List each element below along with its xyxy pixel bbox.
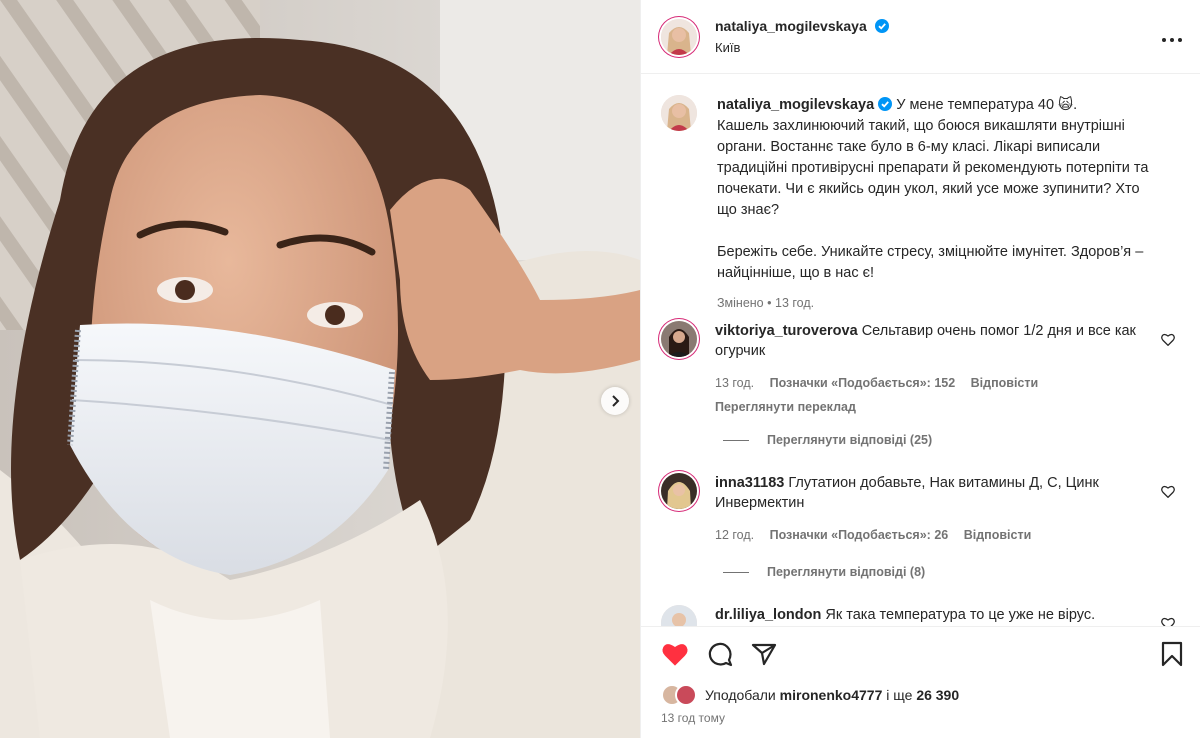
- caption-avatar-image: [661, 95, 697, 131]
- author-username[interactable]: nataliya_mogilevskaya: [715, 18, 867, 34]
- commenter-avatar[interactable]: [661, 321, 697, 357]
- comment-body: viktoriya_turoverova Сельтавир очень пом…: [715, 321, 1155, 417]
- caption-avatar[interactable]: [661, 95, 697, 131]
- view-replies-button[interactable]: Переглянути відповіді (8): [723, 565, 925, 579]
- caption-text: У мене температура 40 🙀. Кашель захлинюю…: [717, 97, 1149, 281]
- selfie-image: [0, 0, 640, 738]
- comment-username[interactable]: viktoriya_turoverova: [715, 323, 858, 339]
- comment-button[interactable]: [707, 641, 733, 670]
- commenter-avatar-image: [661, 473, 697, 509]
- caption-username[interactable]: nataliya_mogilevskaya: [717, 97, 874, 113]
- more-icon: [1162, 38, 1182, 42]
- view-replies-label: Переглянути відповіді (8): [767, 565, 926, 579]
- more-options-button[interactable]: [1162, 25, 1182, 48]
- post-actions-bar: Уподобали mironenko4777 і ще 26 390 13 г…: [641, 626, 1200, 738]
- chevron-right-icon: [612, 395, 620, 407]
- heart-icon[interactable]: [1161, 485, 1175, 498]
- instagram-post-view: nataliya_mogilevskaya Київ nataliya_mogi…: [0, 0, 1200, 738]
- commenter-avatar[interactable]: [661, 473, 697, 509]
- likes-summary: Уподобали mironenko4777 і ще 26 390: [661, 684, 959, 706]
- reply-button[interactable]: Відповісти: [964, 528, 1032, 542]
- comment-username[interactable]: dr.liliya_london: [715, 607, 821, 623]
- comment-likes[interactable]: Позначки «Подобається»: 152: [770, 376, 956, 390]
- commenter-avatar-image: [661, 605, 697, 626]
- comments-scroll-area[interactable]: nataliya_mogilevskaya У мене температура…: [641, 75, 1200, 626]
- replies-divider: [723, 439, 749, 441]
- liked-mid: і ще: [886, 687, 913, 703]
- verified-badge-icon: [874, 19, 889, 33]
- comment-actions: 13 год. Позначки «Подобається»: 152 Відп…: [715, 373, 1155, 393]
- liked-count[interactable]: 26 390: [916, 687, 959, 703]
- post-caption: nataliya_mogilevskaya У мене температура…: [661, 95, 1181, 314]
- post-header: nataliya_mogilevskaya Київ: [641, 0, 1200, 74]
- post-time-ago[interactable]: 13 год тому: [661, 711, 725, 725]
- liker-avatar: [675, 684, 697, 706]
- author-avatar[interactable]: [661, 18, 697, 55]
- author-avatar-image: [661, 18, 697, 55]
- save-button[interactable]: [1161, 641, 1183, 670]
- edited-label: Змінено: [717, 296, 764, 310]
- meta-separator: •: [767, 296, 772, 310]
- heart-icon[interactable]: [1161, 617, 1175, 626]
- see-translation-link[interactable]: Переглянути переклад: [715, 397, 1155, 417]
- comment-username[interactable]: inna31183: [715, 475, 784, 491]
- heart-icon[interactable]: [1161, 333, 1175, 346]
- caption-meta: Змінено • 13 год.: [717, 293, 1157, 314]
- comment-body: inna31183 Глутатион добавьте, Нак витами…: [715, 473, 1155, 545]
- verified-badge-icon: [878, 97, 893, 111]
- comment-text: Як така температура то це уже не вірус.: [825, 607, 1096, 623]
- author-info: nataliya_mogilevskaya Київ: [715, 18, 889, 55]
- action-icons: [661, 641, 777, 670]
- heart-icon: [662, 644, 688, 666]
- share-button[interactable]: [751, 641, 777, 670]
- view-replies-label: Переглянути відповіді (25): [767, 433, 933, 447]
- replies-divider: [723, 571, 749, 573]
- liked-user[interactable]: mironenko4777: [780, 687, 883, 703]
- comment-actions: 12 год. Позначки «Подобається»: 26 Відпо…: [715, 525, 1155, 545]
- bookmark-icon: [1161, 641, 1183, 667]
- share-icon: [751, 643, 777, 666]
- post-photo[interactable]: [0, 0, 640, 738]
- comment-likes[interactable]: Позначки «Подобається»: 26: [770, 528, 949, 542]
- comment-time[interactable]: 13 год.: [715, 376, 754, 390]
- comment-time[interactable]: 12 год.: [715, 528, 754, 542]
- view-replies-button[interactable]: Переглянути відповіді (25): [723, 433, 932, 447]
- like-button[interactable]: [661, 641, 689, 670]
- commenter-avatar[interactable]: [661, 605, 697, 626]
- comment-body: dr.liliya_london Як така температура то …: [715, 605, 1155, 626]
- liked-prefix: Уподобали: [705, 687, 776, 703]
- caption-time[interactable]: 13 год.: [775, 296, 814, 310]
- comment-item: viktoriya_turoverova Сельтавир очень пом…: [661, 321, 1181, 417]
- comment-item: dr.liliya_london Як така температура то …: [661, 605, 1181, 626]
- caption-paragraph: nataliya_mogilevskaya У мене температура…: [717, 95, 1157, 284]
- liker-avatars: [661, 684, 697, 706]
- reply-button[interactable]: Відповісти: [971, 376, 1039, 390]
- post-side-panel: nataliya_mogilevskaya Київ nataliya_mogi…: [640, 0, 1200, 738]
- comment-item: inna31183 Глутатион добавьте, Нак витами…: [661, 473, 1181, 545]
- post-location[interactable]: Київ: [715, 40, 889, 55]
- comment-icon: [708, 642, 733, 667]
- caption-text-block: nataliya_mogilevskaya У мене температура…: [717, 95, 1157, 314]
- next-photo-button[interactable]: [601, 387, 629, 415]
- commenter-avatar-image: [661, 321, 697, 357]
